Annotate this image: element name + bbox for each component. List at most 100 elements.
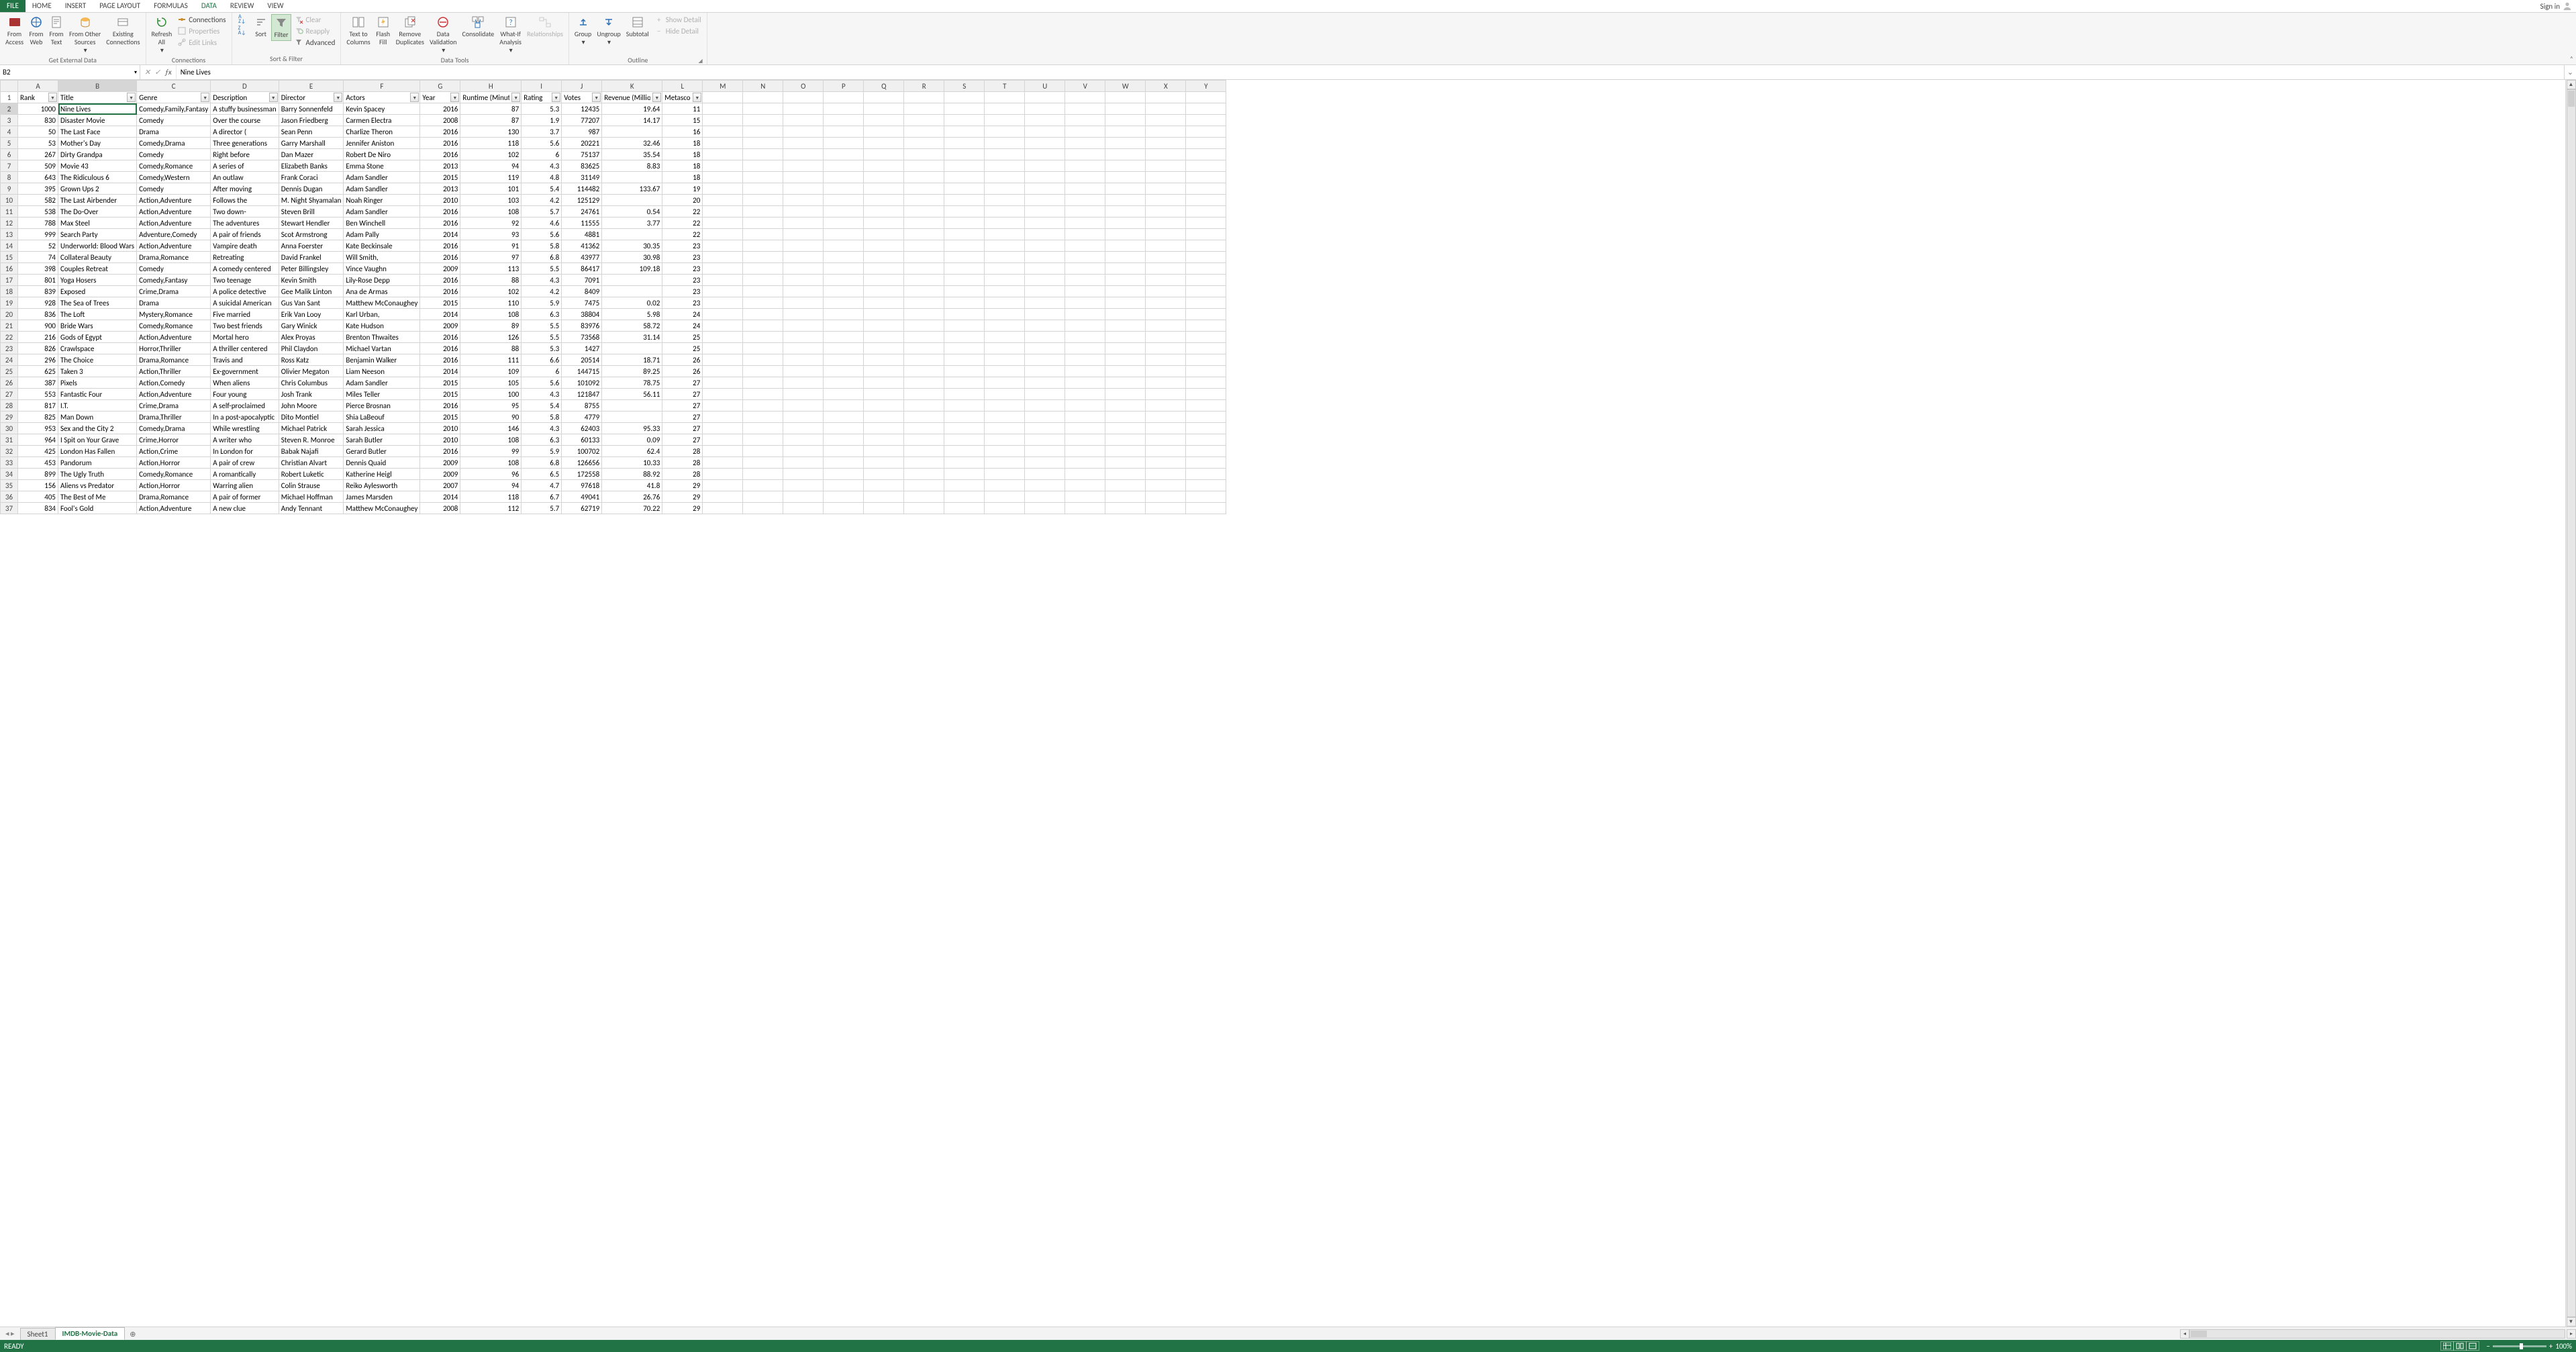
cell[interactable]: 5.5 [522, 320, 562, 332]
cell[interactable]: 95 [460, 400, 522, 412]
filter-header-cell[interactable]: Rank▼ [18, 92, 58, 103]
relationships-button[interactable]: Relationships [524, 14, 566, 40]
cell[interactable] [743, 332, 783, 343]
cell[interactable]: 6 [522, 366, 562, 377]
cell[interactable]: 6.8 [522, 252, 562, 263]
cell[interactable] [1186, 412, 1226, 423]
cell[interactable]: A pair of friends [211, 229, 279, 240]
cell[interactable] [1105, 457, 1146, 469]
cell[interactable] [985, 400, 1025, 412]
cell[interactable] [824, 377, 864, 389]
cell[interactable]: Crime,Drama [137, 286, 211, 297]
cell[interactable]: Michael Hoffman [279, 491, 344, 503]
cell[interactable] [1146, 149, 1186, 160]
cell[interactable]: Vince Vaughn [344, 263, 420, 275]
cell[interactable] [985, 480, 1025, 491]
cell[interactable] [703, 320, 743, 332]
cell[interactable]: Shia LaBeouf [344, 412, 420, 423]
cell[interactable]: The Do-Over [58, 206, 137, 218]
cell[interactable]: Three generations [211, 138, 279, 149]
cell[interactable]: Charlize Theron [344, 126, 420, 138]
cell[interactable] [1025, 252, 1065, 263]
cell[interactable] [864, 503, 904, 514]
cell[interactable]: Action,Adventure [137, 218, 211, 229]
cell[interactable] [1065, 206, 1105, 218]
cell[interactable] [743, 126, 783, 138]
cell[interactable]: Drama,Romance [137, 252, 211, 263]
cell[interactable] [1105, 229, 1146, 240]
cell[interactable] [703, 286, 743, 297]
properties-button[interactable]: Properties [175, 26, 228, 36]
cell[interactable] [1146, 332, 1186, 343]
cell[interactable] [703, 138, 743, 149]
cell[interactable] [1186, 138, 1226, 149]
cell[interactable] [1025, 503, 1065, 514]
filter-dropdown-button[interactable]: ▼ [48, 93, 57, 102]
row-header[interactable]: 26 [1, 377, 18, 389]
cell[interactable] [1065, 252, 1105, 263]
cell[interactable]: Brenton Thwaites [344, 332, 420, 343]
cell[interactable]: Adam Sandler [344, 377, 420, 389]
advanced-button[interactable]: Advanced [291, 37, 338, 48]
cell[interactable]: 108 [460, 434, 522, 446]
cell[interactable] [703, 218, 743, 229]
cell[interactable] [783, 103, 824, 115]
normal-view-button[interactable] [2440, 1341, 2454, 1351]
cell[interactable]: I.T. [58, 400, 137, 412]
cell[interactable]: 2015 [420, 389, 460, 400]
row-header[interactable]: 8 [1, 172, 18, 183]
cell[interactable] [1065, 412, 1105, 423]
cell[interactable] [1025, 115, 1065, 126]
filter-dropdown-button[interactable]: ▼ [450, 93, 459, 102]
cell[interactable] [1065, 320, 1105, 332]
cell[interactable]: 100 [460, 389, 522, 400]
cell[interactable] [1186, 263, 1226, 275]
cell[interactable] [783, 138, 824, 149]
cell[interactable] [1146, 263, 1186, 275]
cell[interactable] [1186, 92, 1226, 103]
cell[interactable] [1146, 446, 1186, 457]
cell[interactable] [783, 503, 824, 514]
cell[interactable] [783, 366, 824, 377]
cell[interactable]: When aliens [211, 377, 279, 389]
cell[interactable]: 32.46 [602, 138, 662, 149]
cell[interactable] [904, 115, 944, 126]
cell[interactable] [944, 366, 985, 377]
cell[interactable] [904, 138, 944, 149]
cell[interactable] [985, 446, 1025, 457]
cell[interactable]: 817 [18, 400, 58, 412]
cell[interactable]: 109 [460, 366, 522, 377]
cell[interactable]: 113 [460, 263, 522, 275]
cell[interactable] [703, 275, 743, 286]
cell[interactable]: 5.4 [522, 400, 562, 412]
cell[interactable]: Lily-Rose Depp [344, 275, 420, 286]
cell[interactable]: 1000 [18, 103, 58, 115]
cell[interactable] [904, 126, 944, 138]
cell[interactable] [1025, 491, 1065, 503]
cell[interactable] [1025, 377, 1065, 389]
cell[interactable]: Miles Teller [344, 389, 420, 400]
cell[interactable] [703, 446, 743, 457]
cell[interactable]: Comedy,Fantasy [137, 275, 211, 286]
column-header[interactable]: W [1105, 81, 1146, 92]
cell[interactable]: 2007 [420, 480, 460, 491]
cell[interactable] [824, 457, 864, 469]
ungroup-button[interactable]: Ungroup▾ [594, 14, 623, 48]
tab-formulas[interactable]: FORMULAS [147, 0, 195, 12]
cell[interactable] [743, 389, 783, 400]
cell[interactable]: 38804 [562, 309, 602, 320]
cell[interactable]: Liam Neeson [344, 366, 420, 377]
cell[interactable] [1186, 252, 1226, 263]
cell[interactable]: 2014 [420, 491, 460, 503]
cell[interactable] [864, 423, 904, 434]
cell[interactable]: 5.4 [522, 183, 562, 195]
filter-header-cell[interactable]: Description▼ [211, 92, 279, 103]
cell[interactable] [904, 286, 944, 297]
clear-button[interactable]: Clear [291, 14, 338, 25]
cell[interactable]: 100702 [562, 446, 602, 457]
cell[interactable]: In a post-apocalyptic [211, 412, 279, 423]
cell[interactable]: 2014 [420, 366, 460, 377]
cell[interactable] [1186, 115, 1226, 126]
cell[interactable]: Phil Claydon [279, 343, 344, 354]
cell[interactable] [944, 240, 985, 252]
